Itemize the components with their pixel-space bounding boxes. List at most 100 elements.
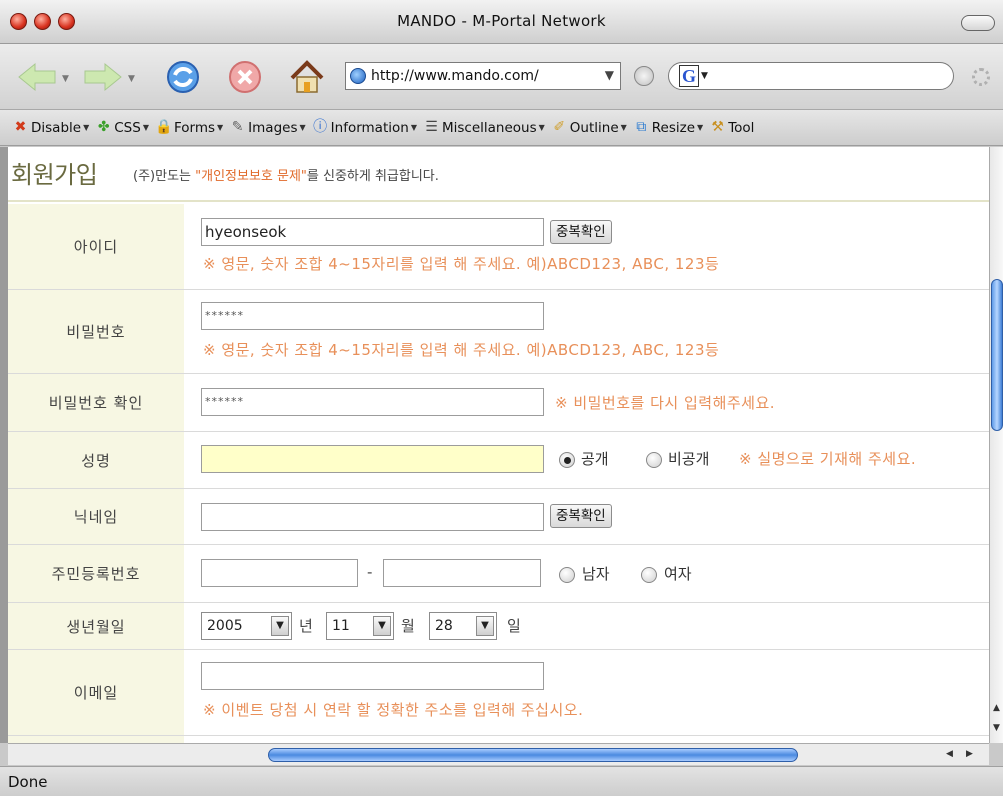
forward-button[interactable] — [80, 54, 126, 100]
dropdown-arrow-icon: ▼ — [142, 123, 149, 132]
toolbar-toggle-button[interactable] — [961, 15, 995, 31]
back-history-icon[interactable]: ▼ — [62, 74, 69, 84]
forward-history-icon[interactable]: ▼ — [128, 74, 135, 84]
page-content: 회원가입 (주)만도는 "개인정보보호 문제"를 신중하게 취급합니다. 아이디… — [8, 147, 989, 743]
dropdown-arrow-icon: ▼ — [83, 123, 90, 132]
subtitle-suffix: 를 신중하게 취급합니다. — [306, 169, 439, 184]
gender-female-radio[interactable] — [641, 567, 657, 583]
window-titlebar: MANDO - M-Portal Network — [0, 0, 1003, 44]
birth-month-select[interactable]: 11 ▼ — [326, 612, 394, 640]
pencil-icon: ✐ — [553, 119, 566, 135]
window-left-edge — [0, 147, 8, 743]
gender-male-radio[interactable] — [559, 567, 575, 583]
nickname-duplicate-check-button[interactable]: 중복확인 — [550, 504, 612, 528]
privacy-policy-link[interactable]: "개인정보보호 문제" — [195, 169, 307, 184]
scroll-up-icon[interactable]: ▲ — [993, 703, 1000, 713]
name-public-radio[interactable] — [559, 452, 575, 468]
home-icon — [290, 60, 324, 93]
vertical-scrollbar[interactable]: ▲ ▼ — [989, 147, 1003, 743]
birth-month-value: 11 — [332, 618, 350, 634]
url-text[interactable]: http://www.mando.com/ — [371, 68, 601, 84]
devtool-menu-miscellaneous[interactable]: ☰ Miscellaneous ▼ — [423, 119, 545, 136]
password-label: 비밀번호 — [8, 290, 184, 373]
devtool-menu-css[interactable]: ✤ CSS ▼ — [95, 119, 149, 136]
dropdown-arrow-icon: ▼ — [538, 123, 545, 132]
birthdate-label: 생년월일 — [8, 603, 184, 649]
devtool-menu-label: CSS — [114, 119, 141, 136]
form-row-resident-number: 주민등록번호 - 남자 여자 — [8, 545, 989, 603]
url-bar[interactable]: http://www.mando.com/ ▼ — [345, 62, 621, 90]
password-confirm-input[interactable]: ****** — [201, 388, 544, 416]
chevron-down-icon: ▼ — [373, 616, 391, 636]
reload-icon — [167, 61, 199, 93]
reload-button[interactable] — [160, 54, 206, 100]
vertical-scroll-thumb[interactable] — [991, 279, 1003, 431]
gender-male-label: 남자 — [582, 565, 610, 583]
web-developer-toolbar: ✖ Disable ▼ ✤ CSS ▼ 🔒 Forms ▼ ✎ Images ▼ ⓘ Informatio… — [0, 110, 1003, 146]
resident-number-second-input[interactable] — [383, 559, 541, 587]
email-hint: ※ 이벤트 당첨 시 연락 할 정확한 주소를 입력해 주십시오. — [203, 701, 584, 719]
email-input[interactable] — [201, 662, 544, 690]
url-history-dropdown-icon[interactable]: ▼ — [605, 68, 614, 82]
image-icon: ✎ — [231, 119, 244, 135]
form-row-password-confirm: 비밀번호 확인 ****** ※ 비밀번호를 다시 입력해주세요. — [8, 374, 989, 432]
name-input[interactable] — [201, 445, 544, 473]
chevron-down-icon: ▼ — [476, 616, 494, 636]
nickname-label: 닉네임 — [8, 489, 184, 544]
dropdown-arrow-icon: ▼ — [217, 123, 224, 132]
go-button[interactable] — [634, 66, 654, 86]
form-row-password: 비밀번호 ****** ※ 영문, 숫자 조합 4~15자리를 입력 해 주세요… — [8, 290, 989, 374]
id-input[interactable]: hyeonseok — [201, 218, 544, 246]
dropdown-arrow-icon: ▼ — [697, 123, 704, 132]
globe-icon — [350, 68, 366, 84]
birth-day-select[interactable]: 28 ▼ — [429, 612, 497, 640]
devtool-menu-information[interactable]: ⓘ Information ▼ — [312, 119, 417, 136]
name-private-label: 비공개 — [668, 450, 710, 468]
form-row-nickname: 닉네임 중복확인 — [8, 489, 989, 545]
lock-icon: 🔒 — [154, 119, 173, 135]
birth-year-select[interactable]: 2005 ▼ — [201, 612, 292, 640]
name-hint: ※ 실명으로 기재해 주세요. — [739, 450, 917, 468]
form-row-next — [8, 736, 989, 743]
name-private-radio[interactable] — [646, 452, 662, 468]
id-duplicate-check-button[interactable]: 중복확인 — [550, 220, 612, 244]
window-title: MANDO - M-Portal Network — [397, 12, 606, 30]
devtool-menu-resize[interactable]: ⧉ Resize ▼ — [633, 119, 703, 136]
devtool-menu-disable[interactable]: ✖ Disable ▼ — [12, 119, 90, 136]
devtool-menu-tool[interactable]: ⚒ Tool — [709, 119, 754, 136]
scroll-down-icon[interactable]: ▼ — [993, 723, 1000, 733]
toolbox-icon: ⚒ — [711, 119, 724, 135]
name-public-label: 공개 — [581, 450, 609, 468]
back-button[interactable] — [14, 54, 60, 100]
password-confirm-hint: ※ 비밀번호를 다시 입력해주세요. — [555, 394, 776, 412]
chevron-down-icon: ▼ — [271, 616, 289, 636]
resident-number-label: 주민등록번호 — [8, 545, 184, 602]
scroll-left-icon[interactable]: ◀ — [946, 749, 953, 759]
stop-button[interactable] — [222, 54, 268, 100]
list-icon: ☰ — [425, 119, 438, 135]
password-hint: ※ 영문, 숫자 조합 4~15자리를 입력 해 주세요. 예)ABCD123,… — [203, 341, 720, 359]
page-header: 회원가입 (주)만도는 "개인정보보호 문제"를 신중하게 취급합니다. — [8, 147, 989, 202]
x-icon: ✖ — [14, 119, 27, 135]
devtool-menu-label: Information — [330, 119, 409, 136]
search-box[interactable]: G ▼ — [668, 62, 954, 90]
devtool-menu-label: Outline — [569, 119, 619, 136]
horizontal-scrollbar[interactable]: ◀ ▶ — [8, 743, 989, 765]
devtool-menu-images[interactable]: ✎ Images ▼ — [229, 119, 306, 136]
name-label: 성명 — [8, 432, 184, 488]
search-engine-dropdown-icon[interactable]: ▼ — [701, 71, 708, 81]
horizontal-scroll-thumb[interactable] — [268, 748, 798, 762]
password-confirm-label: 비밀번호 확인 — [8, 374, 184, 431]
devtool-menu-outline[interactable]: ✐ Outline ▼ — [551, 119, 626, 136]
devtool-menu-forms[interactable]: 🔒 Forms ▼ — [155, 119, 223, 136]
nickname-input[interactable] — [201, 503, 544, 531]
birth-year-value: 2005 — [207, 618, 243, 634]
back-arrow-icon — [18, 62, 56, 92]
google-search-icon[interactable]: G — [679, 65, 699, 87]
home-button[interactable] — [284, 54, 330, 100]
password-input[interactable]: ****** — [201, 302, 544, 330]
form-row-id: 아이디 hyeonseok 중복확인 ※ 영문, 숫자 조합 4~15자리를 입… — [8, 204, 989, 290]
throbber-icon — [972, 68, 990, 86]
scroll-right-icon[interactable]: ▶ — [966, 749, 973, 759]
resident-number-first-input[interactable] — [201, 559, 358, 587]
